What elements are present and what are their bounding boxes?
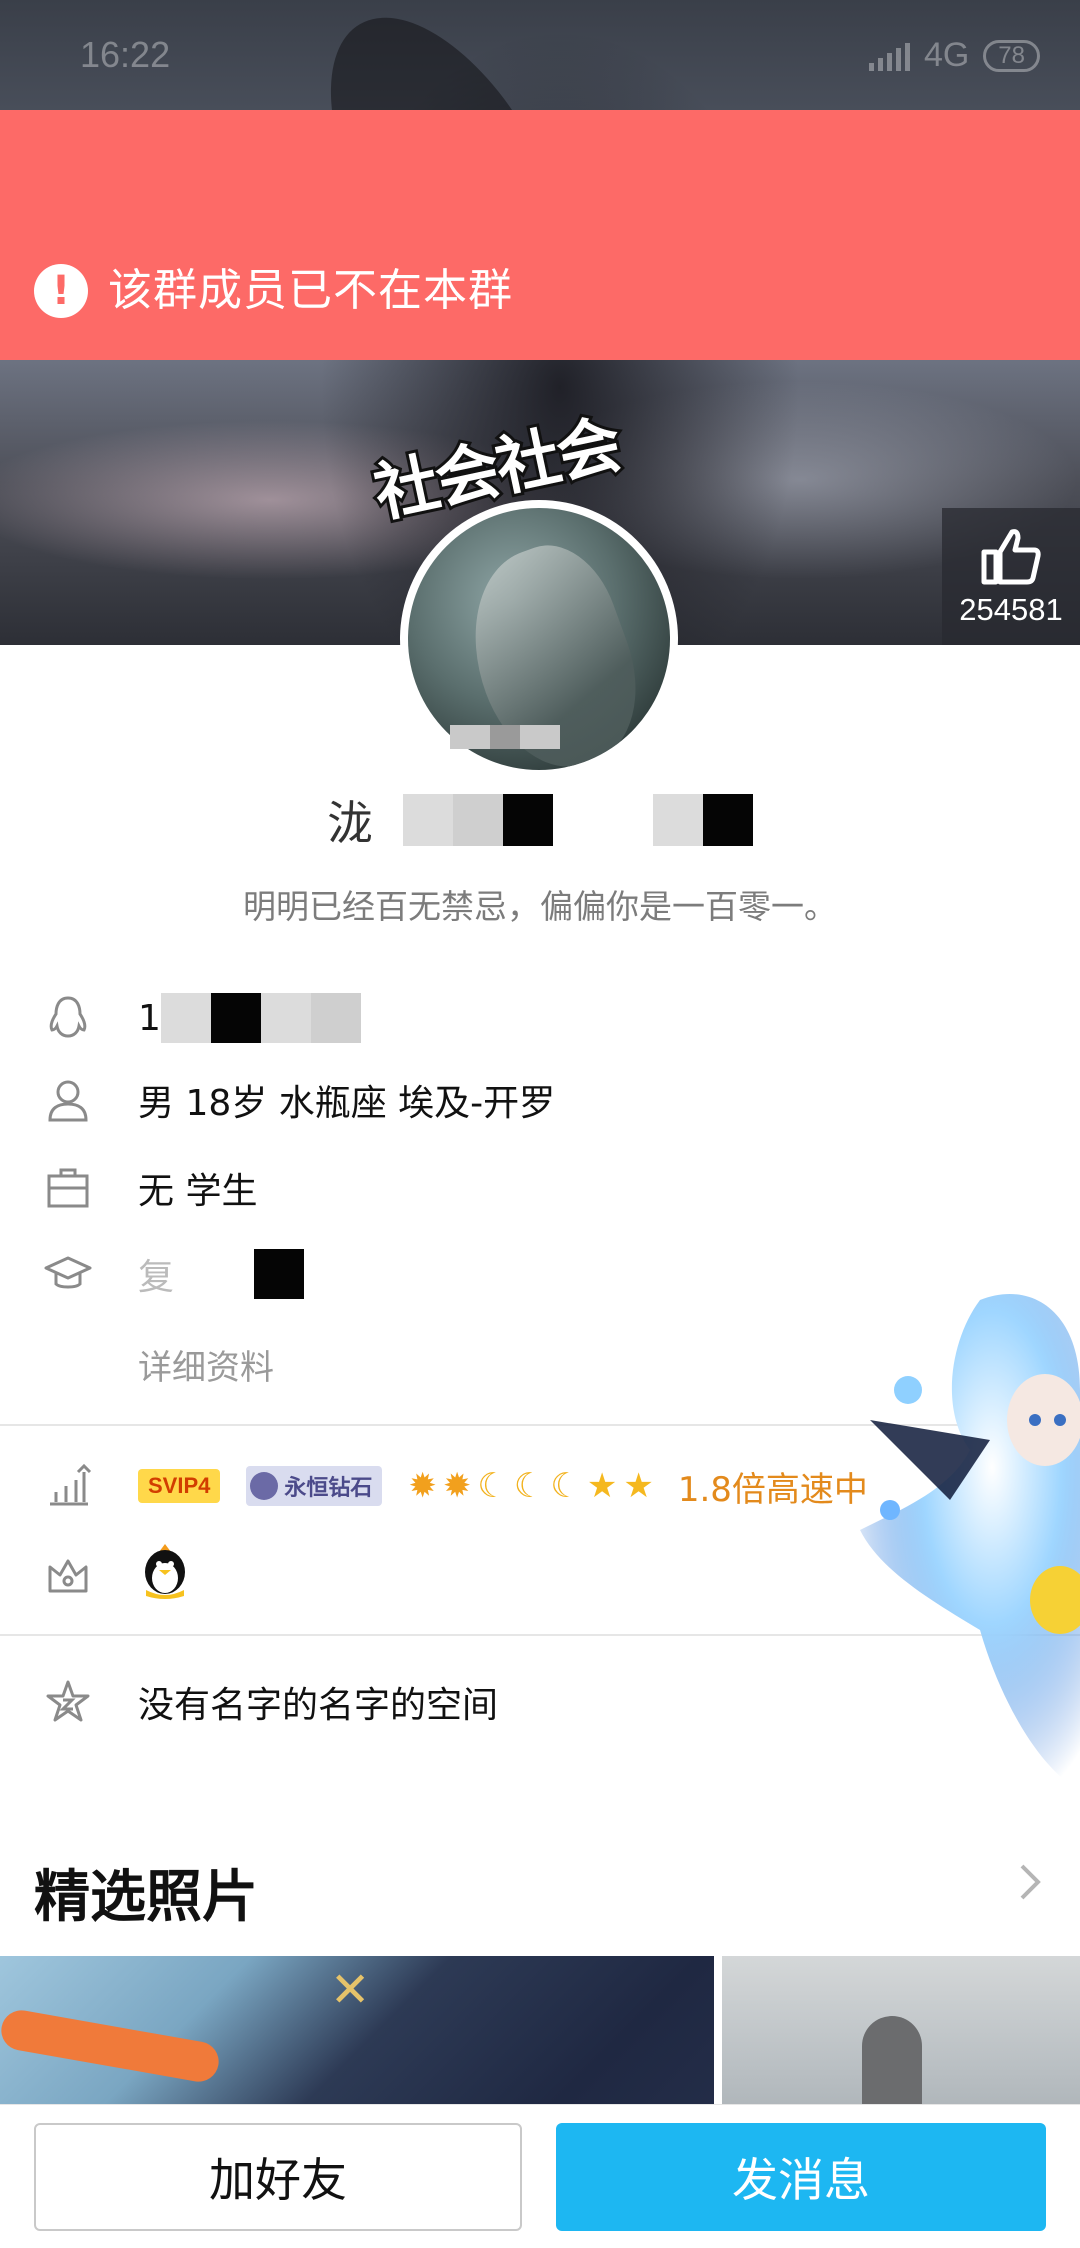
logo-mark: ✕ <box>330 1962 371 2018</box>
basic-info-row: 男 18岁 水瓶座 埃及-开罗 <box>0 1070 1080 1130</box>
qq-number-prefix: 1 <box>138 997 161 1039</box>
mask-block <box>403 794 453 846</box>
job-row: 无 学生 <box>0 1158 1080 1218</box>
status-time: 16:22 <box>80 34 171 75</box>
job-text: 无 学生 <box>138 1171 258 1212</box>
qq-penguin-icon <box>145 1543 185 1599</box>
avatar-pendant <box>450 725 560 749</box>
briefcase-icon <box>47 1168 89 1208</box>
speed-text: 1.8倍高速中 <box>677 1469 868 1510</box>
signal-icon <box>868 41 910 71</box>
mask-block <box>703 794 753 846</box>
chevron-right-icon[interactable] <box>1010 1862 1050 1902</box>
star-outline-icon <box>46 1680 90 1722</box>
alert-banner: ! 该群成员已不在本群 <box>0 110 1080 360</box>
mascot-decoration <box>860 1294 1080 1790</box>
battery-indicator: 78 <box>983 39 1040 72</box>
moon-icon: ☾ <box>477 1466 508 1506</box>
alert-text: 该群成员已不在本群 <box>108 265 513 316</box>
level-chart-icon <box>50 1463 92 1506</box>
diamond-icon <box>250 1472 279 1500</box>
person-icon <box>48 1080 88 1122</box>
exclamation-icon: ! <box>34 264 88 318</box>
graduation-cap-icon <box>44 1256 92 1289</box>
level-icons: ✹ ✹ ☾ ☾ ☾ ★ ★ <box>408 1466 653 1506</box>
moon-icon: ☾ <box>550 1466 581 1506</box>
mask-block <box>310 993 361 1043</box>
crown-icon <box>48 1559 88 1593</box>
school-prefix: 复 <box>138 1257 175 1298</box>
signature: 明明已经百无禁忌，偏偏你是一百零一。 <box>243 887 837 926</box>
like-count: 254581 <box>959 591 1063 627</box>
svip-badge: SVIP4 <box>138 1469 221 1503</box>
qq-number-row[interactable]: 1 <box>0 988 1080 1048</box>
mask-block <box>160 993 211 1043</box>
mask-block <box>503 794 553 846</box>
qzone-text: 没有名字的名字的空间 <box>138 1685 499 1726</box>
mask-block <box>653 794 703 846</box>
like-button[interactable]: 254581 <box>942 508 1080 645</box>
basic-info-text: 男 18岁 水瓶座 埃及-开罗 <box>138 1083 556 1124</box>
sun-icon: ✹ <box>442 1466 472 1506</box>
nickname: 泷 <box>0 792 1080 850</box>
mask-block <box>260 993 311 1043</box>
star-icon: ★ <box>623 1466 654 1506</box>
status-bar: 16:22 4G 78 <box>0 0 1080 110</box>
featured-photos-title[interactable]: 精选照片 <box>34 1852 258 1933</box>
diamond-badge: 永恒钻石 <box>246 1466 383 1506</box>
send-message-button[interactable]: 发消息 <box>556 2123 1046 2231</box>
star-icon: ★ <box>586 1466 618 1506</box>
detail-info-link[interactable]: 详细资料 <box>138 1340 274 1389</box>
add-friend-button[interactable]: 加好友 <box>34 2123 522 2231</box>
sun-icon: ✹ <box>408 1466 437 1506</box>
mask-block <box>254 1249 305 1299</box>
mask-block <box>453 794 503 846</box>
penguin-outline-icon <box>49 996 87 1038</box>
network-type: 4G <box>923 36 970 74</box>
thumbs-up-icon <box>981 528 1041 584</box>
moon-icon: ☾ <box>513 1466 545 1506</box>
bottom-action-bar: 加好友 发消息 <box>0 2104 1080 2248</box>
mask-block <box>210 993 261 1043</box>
nickname-char: 泷 <box>327 796 373 850</box>
